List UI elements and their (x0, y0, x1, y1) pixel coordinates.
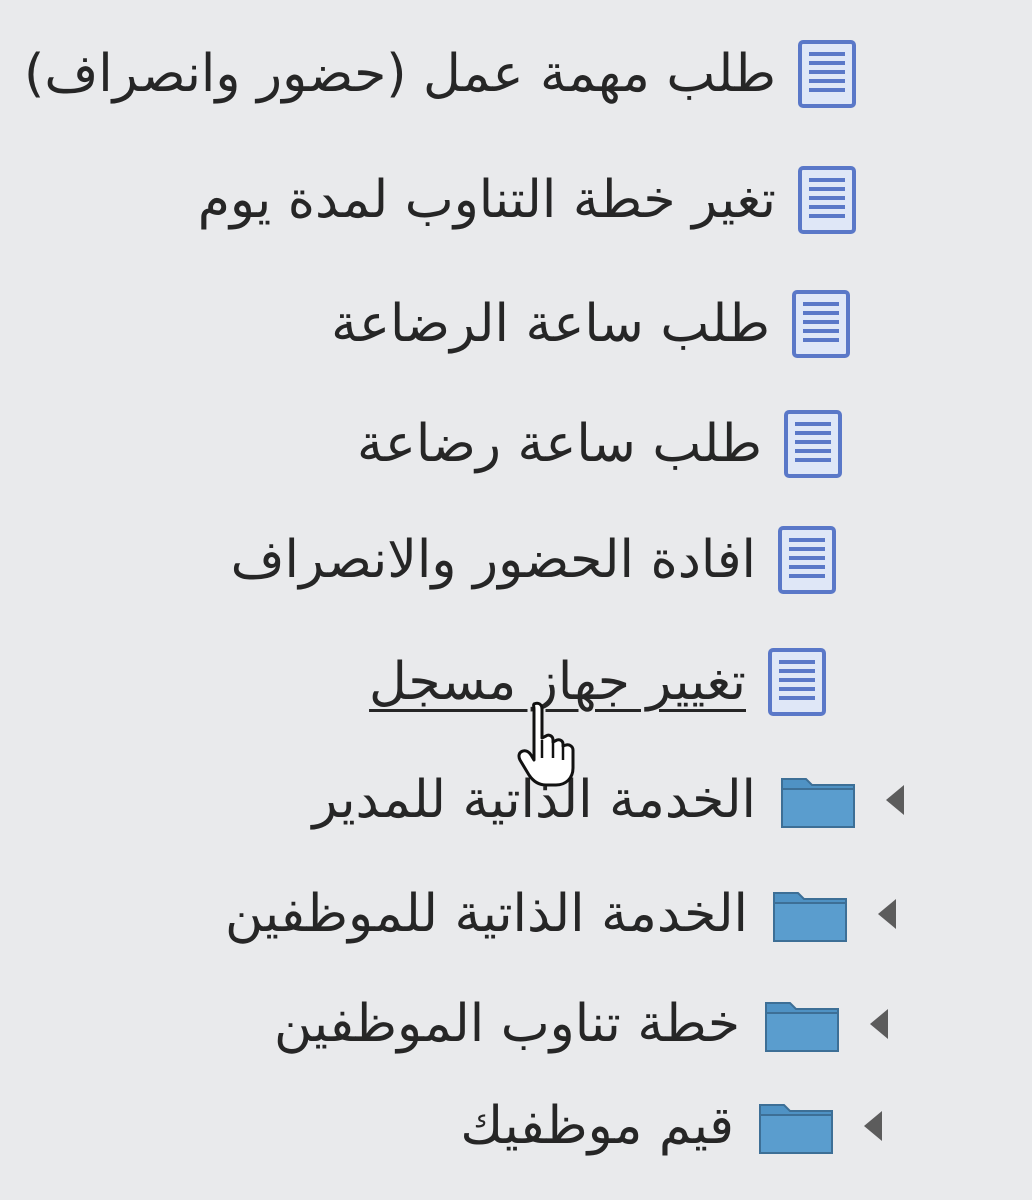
tree-folder-item[interactable]: الخدمة الذاتية للمدير (312, 760, 906, 840)
collapsed-arrow-icon[interactable] (868, 1007, 890, 1041)
document-icon (792, 290, 850, 358)
tree-item-label: طلب ساعة الرضاعة (331, 294, 770, 354)
tree-item-label: طلب ساعة رضاعة (356, 414, 762, 474)
tree-item-document[interactable]: طلب مهمة عمل (حضور وانصراف) (24, 34, 856, 114)
tree-item-document[interactable]: تغيير جهاز مسجل (369, 642, 826, 722)
folder-icon (765, 1002, 839, 1052)
tree-item-label: تغير خطة التناوب لمدة يوم (197, 170, 776, 230)
tree-item-document[interactable]: طلب ساعة الرضاعة (331, 284, 850, 364)
document-icon (784, 410, 842, 478)
document-icon (798, 166, 856, 234)
tree-folder-label: الخدمة الذاتية للموظفين (225, 884, 748, 944)
tree-folder-label: خطة تناوب الموظفين (274, 994, 740, 1054)
tree-folder-item[interactable]: الخدمة الذاتية للموظفين (225, 874, 898, 954)
folder-icon (781, 778, 855, 828)
document-icon (768, 648, 826, 716)
tree-item-document[interactable]: افادة الحضور والانصراف (231, 520, 836, 600)
collapsed-arrow-icon[interactable] (862, 1109, 884, 1143)
tree-item-link-label[interactable]: تغيير جهاز مسجل (369, 650, 746, 714)
collapsed-arrow-icon[interactable] (884, 783, 906, 817)
tree-item-document[interactable]: طلب ساعة رضاعة (357, 404, 842, 484)
tree-folder-label: قيم موظفيك (460, 1096, 734, 1156)
tree-item-label: طلب مهمة عمل (حضور وانصراف) (24, 44, 776, 104)
navigation-tree: طلب مهمة عمل (حضور وانصراف) تغير خطة الت… (0, 0, 1032, 1200)
tree-item-label: افادة الحضور والانصراف (230, 530, 756, 590)
tree-folder-item[interactable]: قيم موظفيك (460, 1086, 884, 1166)
folder-icon (759, 1104, 833, 1154)
document-icon (778, 526, 836, 594)
tree-folder-item[interactable]: خطة تناوب الموظفين (274, 984, 890, 1064)
collapsed-arrow-icon[interactable] (876, 897, 898, 931)
folder-icon (773, 892, 847, 942)
document-icon (798, 40, 856, 108)
tree-item-document[interactable]: تغير خطة التناوب لمدة يوم (198, 160, 856, 240)
tree-folder-label: الخدمة الذاتية للمدير (312, 770, 756, 830)
